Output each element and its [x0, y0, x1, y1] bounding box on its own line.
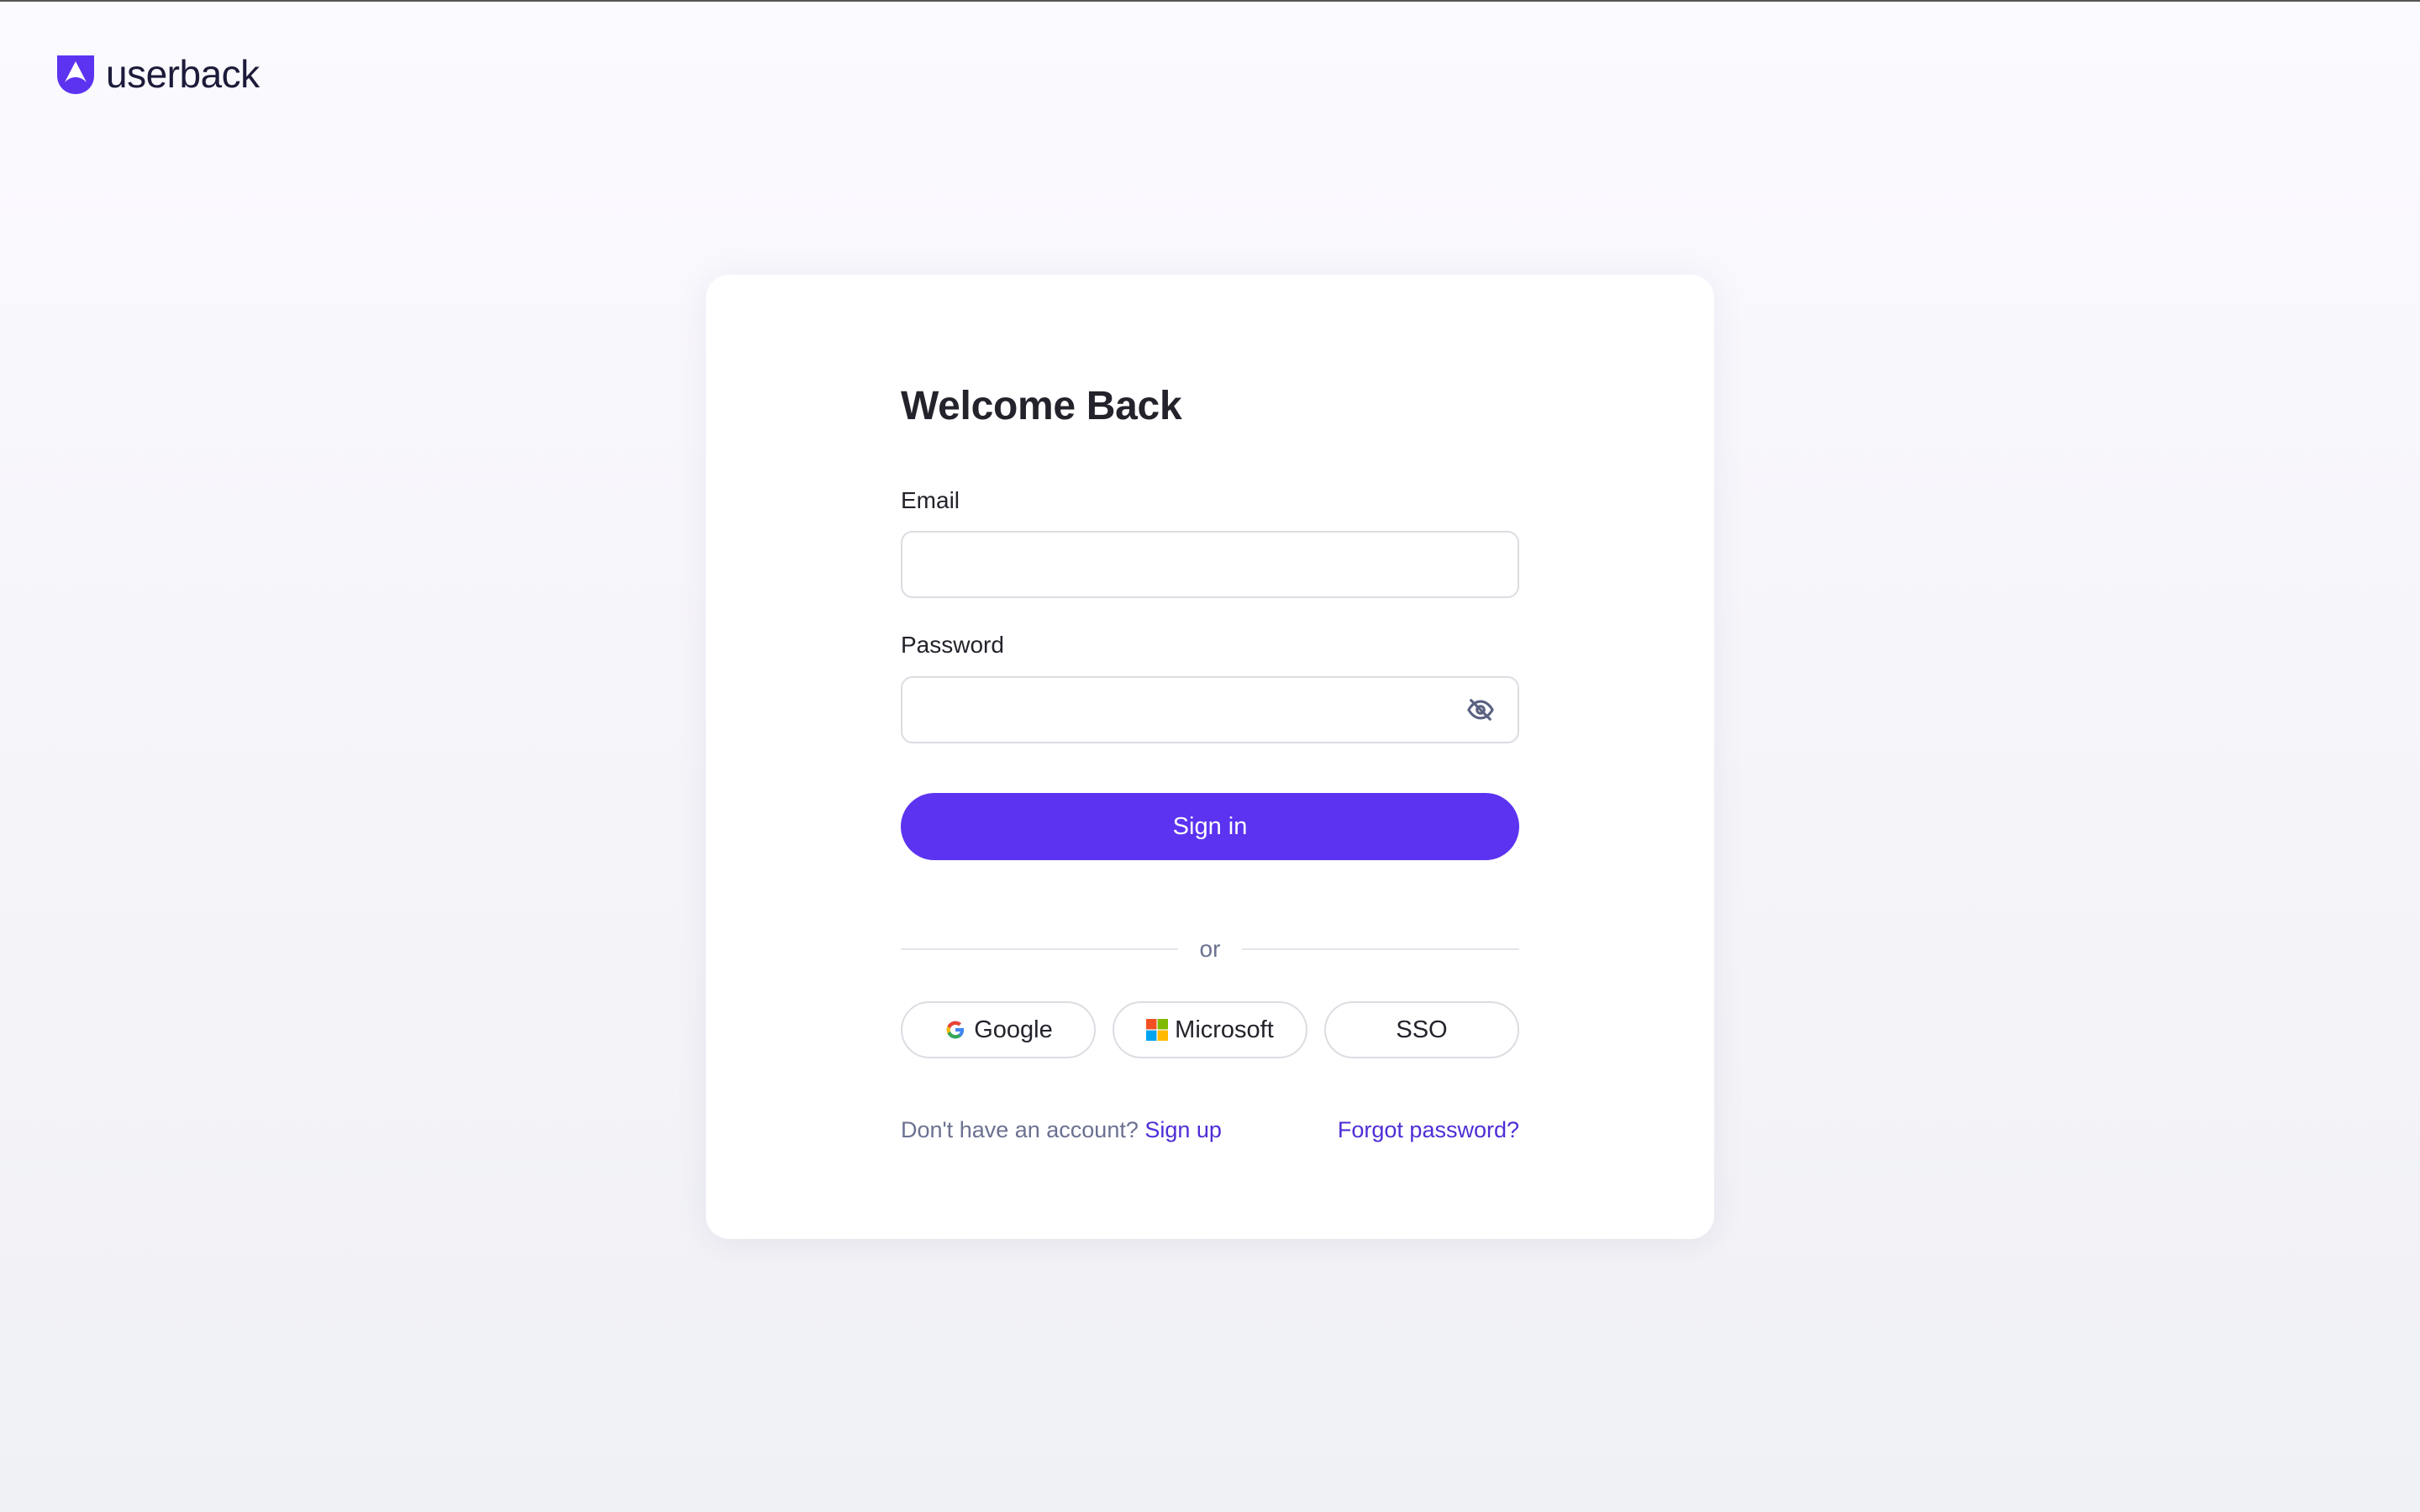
divider-line-left [901, 948, 1178, 950]
sign-in-button[interactable]: Sign in [901, 793, 1519, 860]
email-label: Email [901, 487, 960, 513]
sso-button-label: SSO [1396, 1016, 1448, 1043]
brand-name: userback [106, 52, 260, 96]
signup-prompt: Don't have an account? [901, 1117, 1145, 1142]
microsoft-sign-in-button[interactable]: Microsoft [1113, 1001, 1307, 1058]
microsoft-button-label: Microsoft [1175, 1016, 1274, 1043]
google-button-label: Google [974, 1016, 1053, 1043]
sso-sign-in-button[interactable]: SSO [1324, 1001, 1519, 1058]
userback-logo-icon [57, 55, 94, 94]
email-field[interactable] [901, 531, 1519, 598]
divider-text: or [1199, 936, 1221, 962]
signup-prompt-group: Don't have an account? Sign up [901, 1116, 1222, 1143]
page-title: Welcome Back [901, 384, 1182, 428]
sign-up-link[interactable]: Sign up [1144, 1117, 1222, 1142]
forgot-password-link[interactable]: Forgot password? [1338, 1116, 1519, 1143]
google-icon [946, 1021, 965, 1039]
password-field[interactable] [901, 676, 1519, 743]
divider: or [901, 932, 1519, 966]
password-label: Password [901, 632, 1004, 658]
login-footer: Don't have an account? Sign up Forgot pa… [901, 1116, 1519, 1143]
divider-line-right [1242, 948, 1519, 950]
eye-off-icon [1467, 699, 1494, 721]
google-sign-in-button[interactable]: Google [901, 1001, 1096, 1058]
microsoft-icon [1146, 1019, 1169, 1041]
brand-logo[interactable]: userback [54, 52, 260, 96]
login-card: Welcome Back Email Password Sign in or G… [706, 275, 1714, 1239]
social-login-row: Google Microsoft SSO [901, 1001, 1519, 1058]
show-password-toggle[interactable] [1464, 693, 1497, 727]
